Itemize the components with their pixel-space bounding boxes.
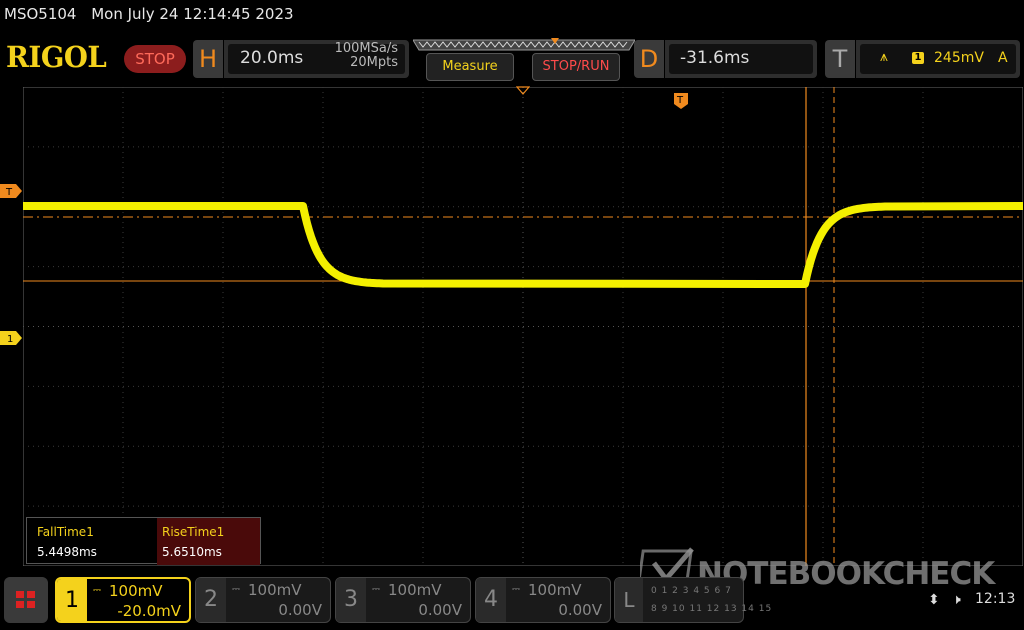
trigger-position-marker[interactable]: T	[673, 92, 689, 110]
trigger-channel: 1	[912, 52, 924, 64]
dc-coupling-icon: ⎓	[512, 584, 520, 595]
trigger-level-marker[interactable]: T	[0, 183, 24, 199]
logic-analyzer-box[interactable]: L 0 1 2 3 4 5 6 7 8 9 10 11 12 13 14 15	[614, 577, 771, 623]
memory-depth: 20Mpts	[350, 55, 398, 70]
channel-1-scale: 100mV	[109, 582, 163, 600]
usb-icon: ⬍	[928, 592, 940, 608]
speaker-mute-icon[interactable]: 🕨	[952, 592, 961, 608]
channel-2-scale: 100mV	[248, 581, 302, 599]
fall-time-value: 5.4498ms	[37, 545, 97, 559]
delay-letter[interactable]: D	[634, 40, 664, 78]
status-clock: 12:13	[975, 591, 1016, 607]
channel-4-offset: 0.00V	[558, 601, 602, 619]
channel-2-offset: 0.00V	[278, 601, 322, 619]
channel-4-box[interactable]: 4 ⎓ 100mV 0.00V	[475, 577, 611, 623]
channel-3-number: 3	[336, 578, 366, 622]
svg-text:T: T	[5, 187, 13, 198]
delay-value: -31.6ms	[680, 48, 750, 68]
rise-time-value: 5.6510ms	[162, 545, 222, 559]
channel1-ground-marker[interactable]: 1	[0, 330, 24, 346]
memory-overview-bar	[413, 38, 635, 51]
logic-label: L	[615, 578, 643, 622]
channel-4-scale: 100mV	[528, 581, 582, 599]
channel-2-number: 2	[196, 578, 226, 622]
channel-1-box[interactable]: 1 ⎓ 100mV -20.0mV	[55, 577, 191, 623]
logic-bits-low: 0 1 2 3 4 5 6 7	[651, 586, 732, 596]
channel-1-offset: -20.0mV	[117, 602, 181, 620]
svg-text:T: T	[676, 95, 684, 106]
channel-3-scale: 100mV	[388, 581, 442, 599]
channel-4-number: 4	[476, 578, 506, 622]
svg-text:1: 1	[7, 334, 13, 345]
acquisition-info: 100MSa/s 20Mpts	[310, 42, 398, 70]
channel-1-number: 1	[57, 579, 87, 621]
model-name: MSO5104	[4, 5, 77, 23]
time-center-marker	[516, 86, 530, 95]
rising-edge-icon: ⩚	[880, 49, 888, 65]
run-state-badge[interactable]: STOP	[124, 45, 186, 73]
measurement-panel: FallTime1 5.4498ms RiseTime1 5.6510ms	[26, 517, 261, 565]
measure-button[interactable]: Measure	[426, 53, 514, 81]
measurement-rise: RiseTime1 5.6510ms	[157, 518, 260, 565]
channel-3-offset: 0.00V	[418, 601, 462, 619]
datetime: Mon July 24 12:14:45 2023	[91, 5, 294, 23]
measurement-fall: FallTime1 5.4498ms	[27, 518, 157, 565]
waveform-display[interactable]	[23, 87, 1023, 566]
title-line: MSO5104 Mon July 24 12:14:45 2023	[4, 5, 294, 23]
trigger-letter[interactable]: T	[825, 40, 855, 78]
rise-time-label: RiseTime1	[162, 525, 225, 539]
dc-coupling-icon: ⎓	[232, 584, 240, 595]
logic-bits-high: 8 9 10 11 12 13 14 15	[651, 604, 773, 614]
trigger-level: 245mV	[934, 50, 984, 66]
sample-rate: 100MSa/s	[334, 41, 398, 56]
rigol-logo: RIGOL	[6, 40, 107, 74]
dc-coupling-icon: ⎓	[372, 584, 380, 595]
horizontal-letter[interactable]: H	[193, 40, 223, 78]
channel-2-box[interactable]: 2 ⎓ 100mV 0.00V	[195, 577, 331, 623]
fall-time-label: FallTime1	[37, 525, 94, 539]
stop-run-button[interactable]: STOP/RUN	[532, 53, 620, 81]
main-menu-button[interactable]	[4, 577, 48, 623]
timebase-value: 20.0ms	[240, 48, 304, 68]
channel-3-box[interactable]: 3 ⎓ 100mV 0.00V	[335, 577, 471, 623]
dc-coupling-icon: ⎓	[93, 585, 101, 596]
trigger-mode: A	[998, 50, 1008, 66]
